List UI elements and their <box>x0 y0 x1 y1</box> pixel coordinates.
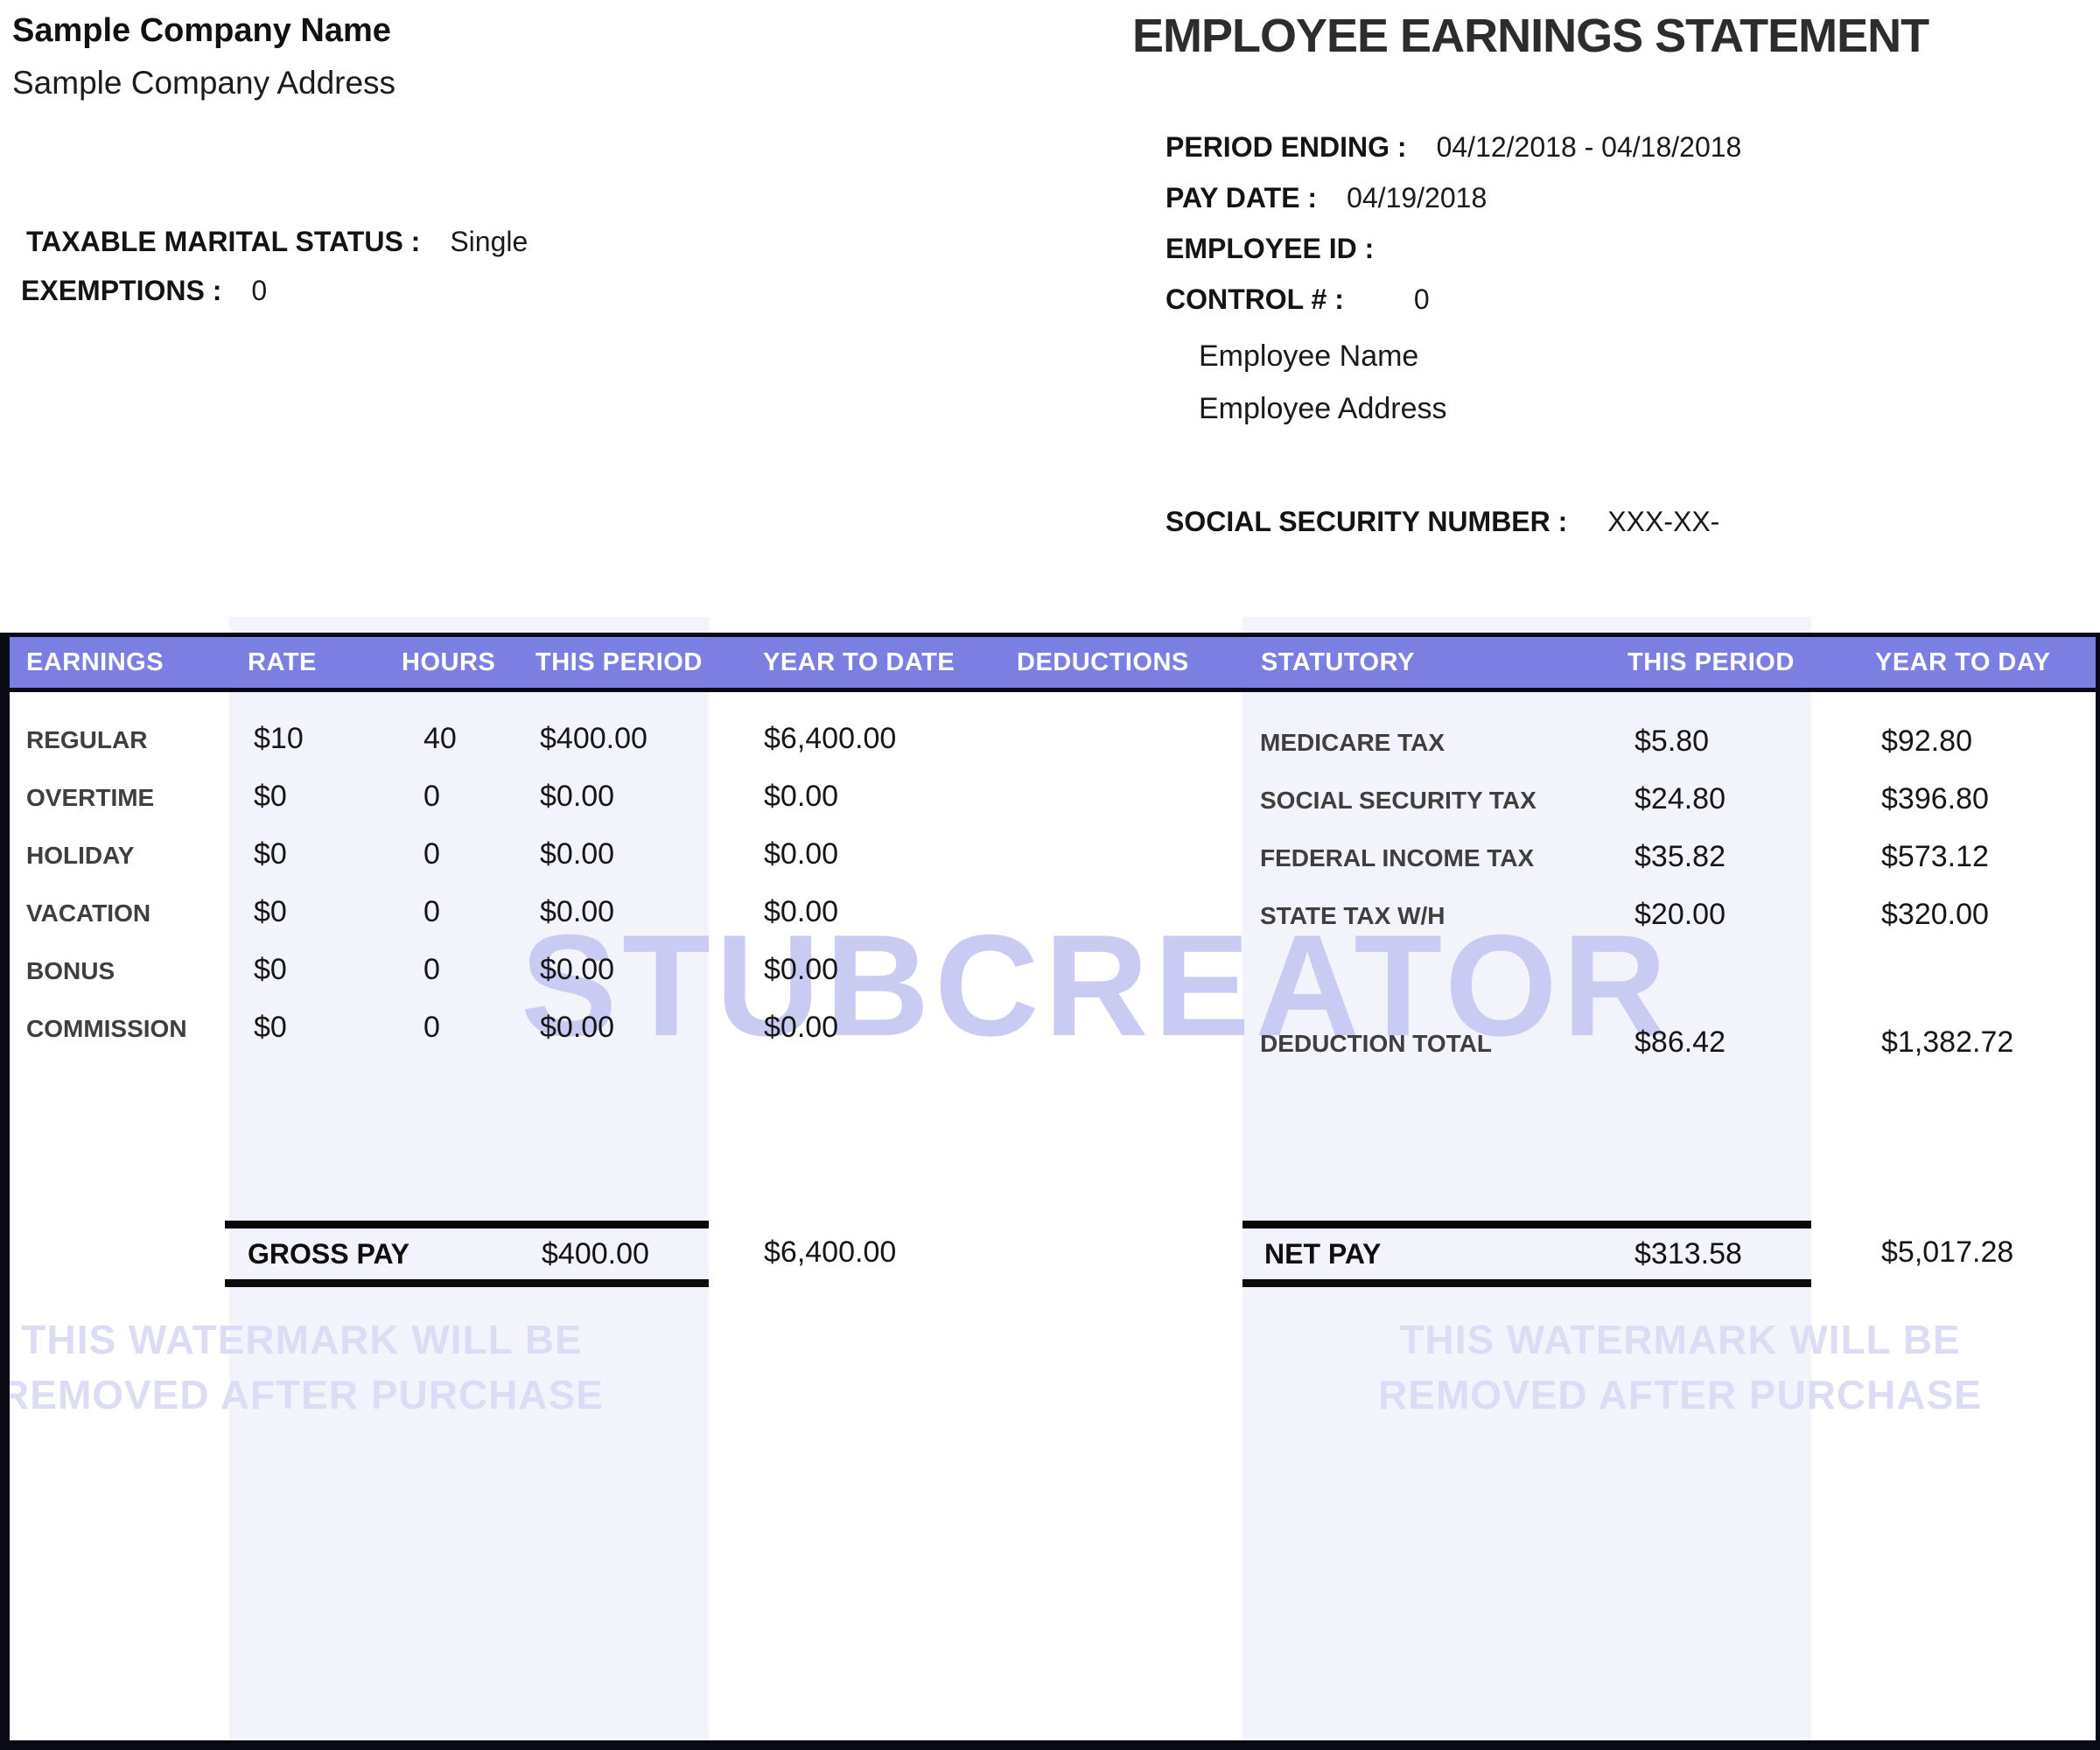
statutory-row-federal-income: FEDERAL INCOME TAX $35.82 $573.12 <box>0 840 2100 880</box>
header-rate: RATE <box>248 637 317 688</box>
header-hours: HOURS <box>402 637 495 688</box>
control-number-value: 0 <box>1414 284 1430 316</box>
exemptions-value: 0 <box>251 275 267 307</box>
statutory-ytd: $92.80 <box>1881 724 1972 759</box>
gross-pay-box: GROSS PAY $400.00 <box>225 1221 709 1287</box>
earnings-ytd: $0.00 <box>764 953 838 987</box>
header-year-to-date: YEAR TO DATE <box>763 637 955 688</box>
notice-line-2: REMOVED AFTER PURCHASE <box>0 1368 608 1423</box>
pay-date-row: PAY DATE : 04/19/2018 <box>1166 182 1487 214</box>
exemptions-row: EXEMPTIONS : 0 <box>21 275 267 307</box>
period-ending-value: 04/12/2018 - 04/18/2018 <box>1437 131 1742 164</box>
header-this-period-right: THIS PERIOD <box>1628 637 1795 688</box>
deduction-total-this-period: $86.42 <box>1634 1026 1726 1060</box>
net-pay-box: NET PAY $313.58 <box>1242 1221 1811 1287</box>
table-header-bar: EARNINGS RATE HOURS THIS PERIOD YEAR TO … <box>0 633 2100 692</box>
statutory-ytd: $573.12 <box>1881 840 1989 874</box>
notice-line-1: THIS WATERMARK WILL BE <box>0 1312 608 1368</box>
period-ending-label: PERIOD ENDING : <box>1166 131 1407 164</box>
statutory-this-period: $5.80 <box>1634 724 1709 759</box>
statutory-this-period: $24.80 <box>1634 782 1726 816</box>
marital-status-label: TAXABLE MARITAL STATUS : <box>26 226 420 258</box>
employee-name: Employee Name <box>1199 340 1418 374</box>
company-address: Sample Company Address <box>12 65 396 102</box>
gross-pay-label: GROSS PAY <box>248 1228 410 1279</box>
marital-status-row: TAXABLE MARITAL STATUS : Single <box>26 226 528 258</box>
header-this-period: THIS PERIOD <box>536 637 703 688</box>
ssn-value: XXX-XX- <box>1607 506 1719 538</box>
statutory-row-medicare: MEDICARE TAX $5.80 $92.80 <box>0 724 2100 765</box>
statutory-ytd: $320.00 <box>1881 898 1989 932</box>
employee-address: Employee Address <box>1199 392 1447 426</box>
pay-date-value: 04/19/2018 <box>1347 182 1487 214</box>
employee-id-row: EMPLOYEE ID : <box>1166 233 1404 265</box>
statutory-row-state-tax: STATE TAX W/H $20.00 $320.00 <box>0 898 2100 938</box>
statutory-this-period: $20.00 <box>1634 898 1726 932</box>
deduction-total-ytd: $1,382.72 <box>1881 1026 2013 1060</box>
statutory-row-social-security: SOCIAL SECURITY TAX $24.80 $396.80 <box>0 782 2100 822</box>
earnings-this-period: $0.00 <box>540 953 614 987</box>
statutory-label: STATE TAX W/H <box>1260 902 1446 930</box>
deduction-total-row: DEDUCTION TOTAL $86.42 $1,382.72 <box>0 1026 2100 1066</box>
pay-stub-document: STUBCREATOR THIS WATERMARK WILL BE REMOV… <box>0 0 2100 1750</box>
net-pay-ytd: $5,017.28 <box>1881 1236 2013 1270</box>
net-pay-this-period: $313.58 <box>1634 1228 1742 1279</box>
header-year-to-day: YEAR TO DAY <box>1875 637 2051 688</box>
earnings-label: BONUS <box>26 957 115 985</box>
header-deductions: DEDUCTIONS <box>1017 637 1189 688</box>
deduction-total-label: DEDUCTION TOTAL <box>1260 1030 1492 1058</box>
company-name: Sample Company Name <box>12 12 391 50</box>
marital-status-value: Single <box>450 226 528 258</box>
control-number-label: CONTROL # : <box>1166 284 1344 316</box>
exemptions-label: EXEMPTIONS : <box>21 275 221 307</box>
purchase-notice-watermark-right: THIS WATERMARK WILL BE REMOVED AFTER PUR… <box>1374 1312 1986 1423</box>
purchase-notice-watermark-left: THIS WATERMARK WILL BE REMOVED AFTER PUR… <box>0 1312 608 1423</box>
earnings-rate: $0 <box>254 953 287 987</box>
control-number-row: CONTROL # : 0 <box>1166 284 1430 316</box>
ssn-label: SOCIAL SECURITY NUMBER : <box>1166 506 1567 538</box>
statutory-label: MEDICARE TAX <box>1260 729 1445 757</box>
earnings-row-bonus: BONUS $0 0 $0.00 $0.00 <box>0 953 2100 993</box>
employee-id-label: EMPLOYEE ID : <box>1166 233 1374 265</box>
notice-line-2: REMOVED AFTER PURCHASE <box>1374 1368 1986 1423</box>
header-statutory: STATUTORY <box>1261 637 1415 688</box>
header-earnings: EARNINGS <box>26 637 164 688</box>
earnings-hours: 0 <box>424 953 440 987</box>
statutory-ytd: $396.80 <box>1881 782 1989 816</box>
net-pay-label: NET PAY <box>1264 1228 1381 1279</box>
statutory-label: FEDERAL INCOME TAX <box>1260 844 1534 872</box>
ssn-row: SOCIAL SECURITY NUMBER : XXX-XX- <box>1166 506 1719 538</box>
gross-pay-this-period: $400.00 <box>542 1228 649 1279</box>
statutory-this-period: $35.82 <box>1634 840 1726 874</box>
notice-line-1: THIS WATERMARK WILL BE <box>1374 1312 1986 1368</box>
statement-title: EMPLOYEE EARNINGS STATEMENT <box>1132 9 1928 63</box>
statutory-label: SOCIAL SECURITY TAX <box>1260 787 1536 815</box>
period-ending-row: PERIOD ENDING : 04/12/2018 - 04/18/2018 <box>1166 131 1741 164</box>
gross-pay-ytd: $6,400.00 <box>764 1236 896 1270</box>
pay-date-label: PAY DATE : <box>1166 182 1317 214</box>
